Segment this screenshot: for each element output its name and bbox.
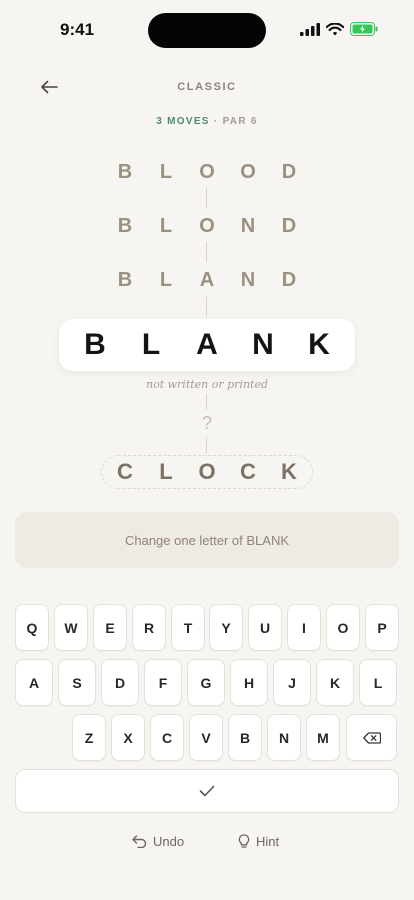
letter-tile: A [199, 269, 215, 291]
key-f[interactable]: F [144, 659, 182, 706]
hint-button[interactable]: Hint [238, 831, 279, 851]
letter-tile: O [199, 215, 215, 237]
letter-tile: B [117, 161, 133, 183]
mode-title: CLASSIC [177, 81, 237, 93]
ladder-connector [206, 394, 207, 410]
status-bar: 9:41 [0, 0, 414, 60]
instruction-banner: Change one letter of BLANK [15, 512, 399, 568]
current-word-card: B L A N K [59, 319, 355, 371]
target-letter: L [159, 459, 173, 484]
key-n[interactable]: N [267, 714, 301, 761]
status-time: 9:41 [60, 20, 95, 39]
key-a[interactable]: A [15, 659, 53, 706]
key-y[interactable]: Y [209, 604, 243, 651]
key-m[interactable]: M [306, 714, 340, 761]
target-letter: C [240, 459, 256, 484]
key-j[interactable]: J [273, 659, 311, 706]
ladder-word-2: B L O N D [0, 211, 414, 241]
key-b[interactable]: B [228, 714, 262, 761]
key-g[interactable]: G [187, 659, 225, 706]
target-letter: O [198, 459, 216, 484]
hint-label: Hint [256, 833, 280, 849]
ladder-word-1: B L O O D [0, 157, 414, 187]
letter-tile: N [240, 269, 256, 291]
undo-icon [132, 834, 147, 848]
lightbulb-icon [238, 833, 250, 848]
current-letter: L [141, 328, 161, 361]
key-s[interactable]: S [58, 659, 96, 706]
key-t[interactable]: T [171, 604, 205, 651]
target-word: C L O C K [101, 455, 313, 489]
key-c[interactable]: C [150, 714, 184, 761]
dynamic-island [148, 13, 266, 48]
letter-tile: O [240, 161, 256, 183]
key-p[interactable]: P [365, 604, 399, 651]
key-v[interactable]: V [189, 714, 223, 761]
current-letter: B [84, 328, 106, 361]
key-x[interactable]: X [111, 714, 145, 761]
status-icons [300, 22, 378, 36]
key-o[interactable]: O [326, 604, 360, 651]
letter-tile: D [281, 269, 297, 291]
letter-tile: O [199, 161, 215, 183]
ladder-connector [206, 297, 207, 317]
moves-count: 3 MOVES [156, 116, 210, 127]
undo-label: Undo [153, 833, 185, 849]
current-letter: A [196, 328, 218, 361]
signal-icon [300, 22, 320, 36]
submit-button[interactable] [15, 769, 399, 813]
letter-tile: N [240, 215, 256, 237]
ladder-connector [206, 242, 207, 262]
key-e[interactable]: E [93, 604, 127, 651]
key-q[interactable]: Q [15, 604, 49, 651]
word-definition: not written or printed [146, 378, 268, 391]
key-w[interactable]: W [54, 604, 88, 651]
letter-tile: L [159, 269, 173, 291]
key-r[interactable]: R [132, 604, 166, 651]
ladder-word-3: B L A N D [0, 265, 414, 295]
par-label: · PAR 6 [213, 116, 258, 127]
key-i[interactable]: I [287, 604, 321, 651]
backspace-icon [362, 731, 381, 744]
letter-tile: L [159, 215, 173, 237]
current-letter: N [252, 328, 274, 361]
ladder-connector [206, 437, 207, 453]
undo-button[interactable]: Undo [132, 831, 184, 851]
key-h[interactable]: H [230, 659, 268, 706]
ladder-connector [206, 188, 207, 208]
moves-counter: 3 MOVES · PAR 6 [0, 116, 414, 127]
backspace-key[interactable] [346, 714, 397, 761]
wifi-icon [326, 22, 344, 35]
key-z[interactable]: Z [72, 714, 106, 761]
key-u[interactable]: U [248, 604, 282, 651]
current-letter: K [308, 328, 330, 361]
battery-icon [350, 22, 378, 36]
key-l[interactable]: L [359, 659, 397, 706]
letter-tile: B [117, 215, 133, 237]
unknown-steps-marker: ? [201, 413, 212, 433]
key-d[interactable]: D [101, 659, 139, 706]
key-k[interactable]: K [316, 659, 354, 706]
checkmark-icon [199, 785, 215, 797]
letter-tile: B [117, 269, 133, 291]
letter-tile: D [281, 161, 297, 183]
letter-tile: D [281, 215, 297, 237]
letter-tile: L [159, 161, 173, 183]
target-letter: K [281, 459, 297, 484]
target-letter: C [117, 459, 133, 484]
